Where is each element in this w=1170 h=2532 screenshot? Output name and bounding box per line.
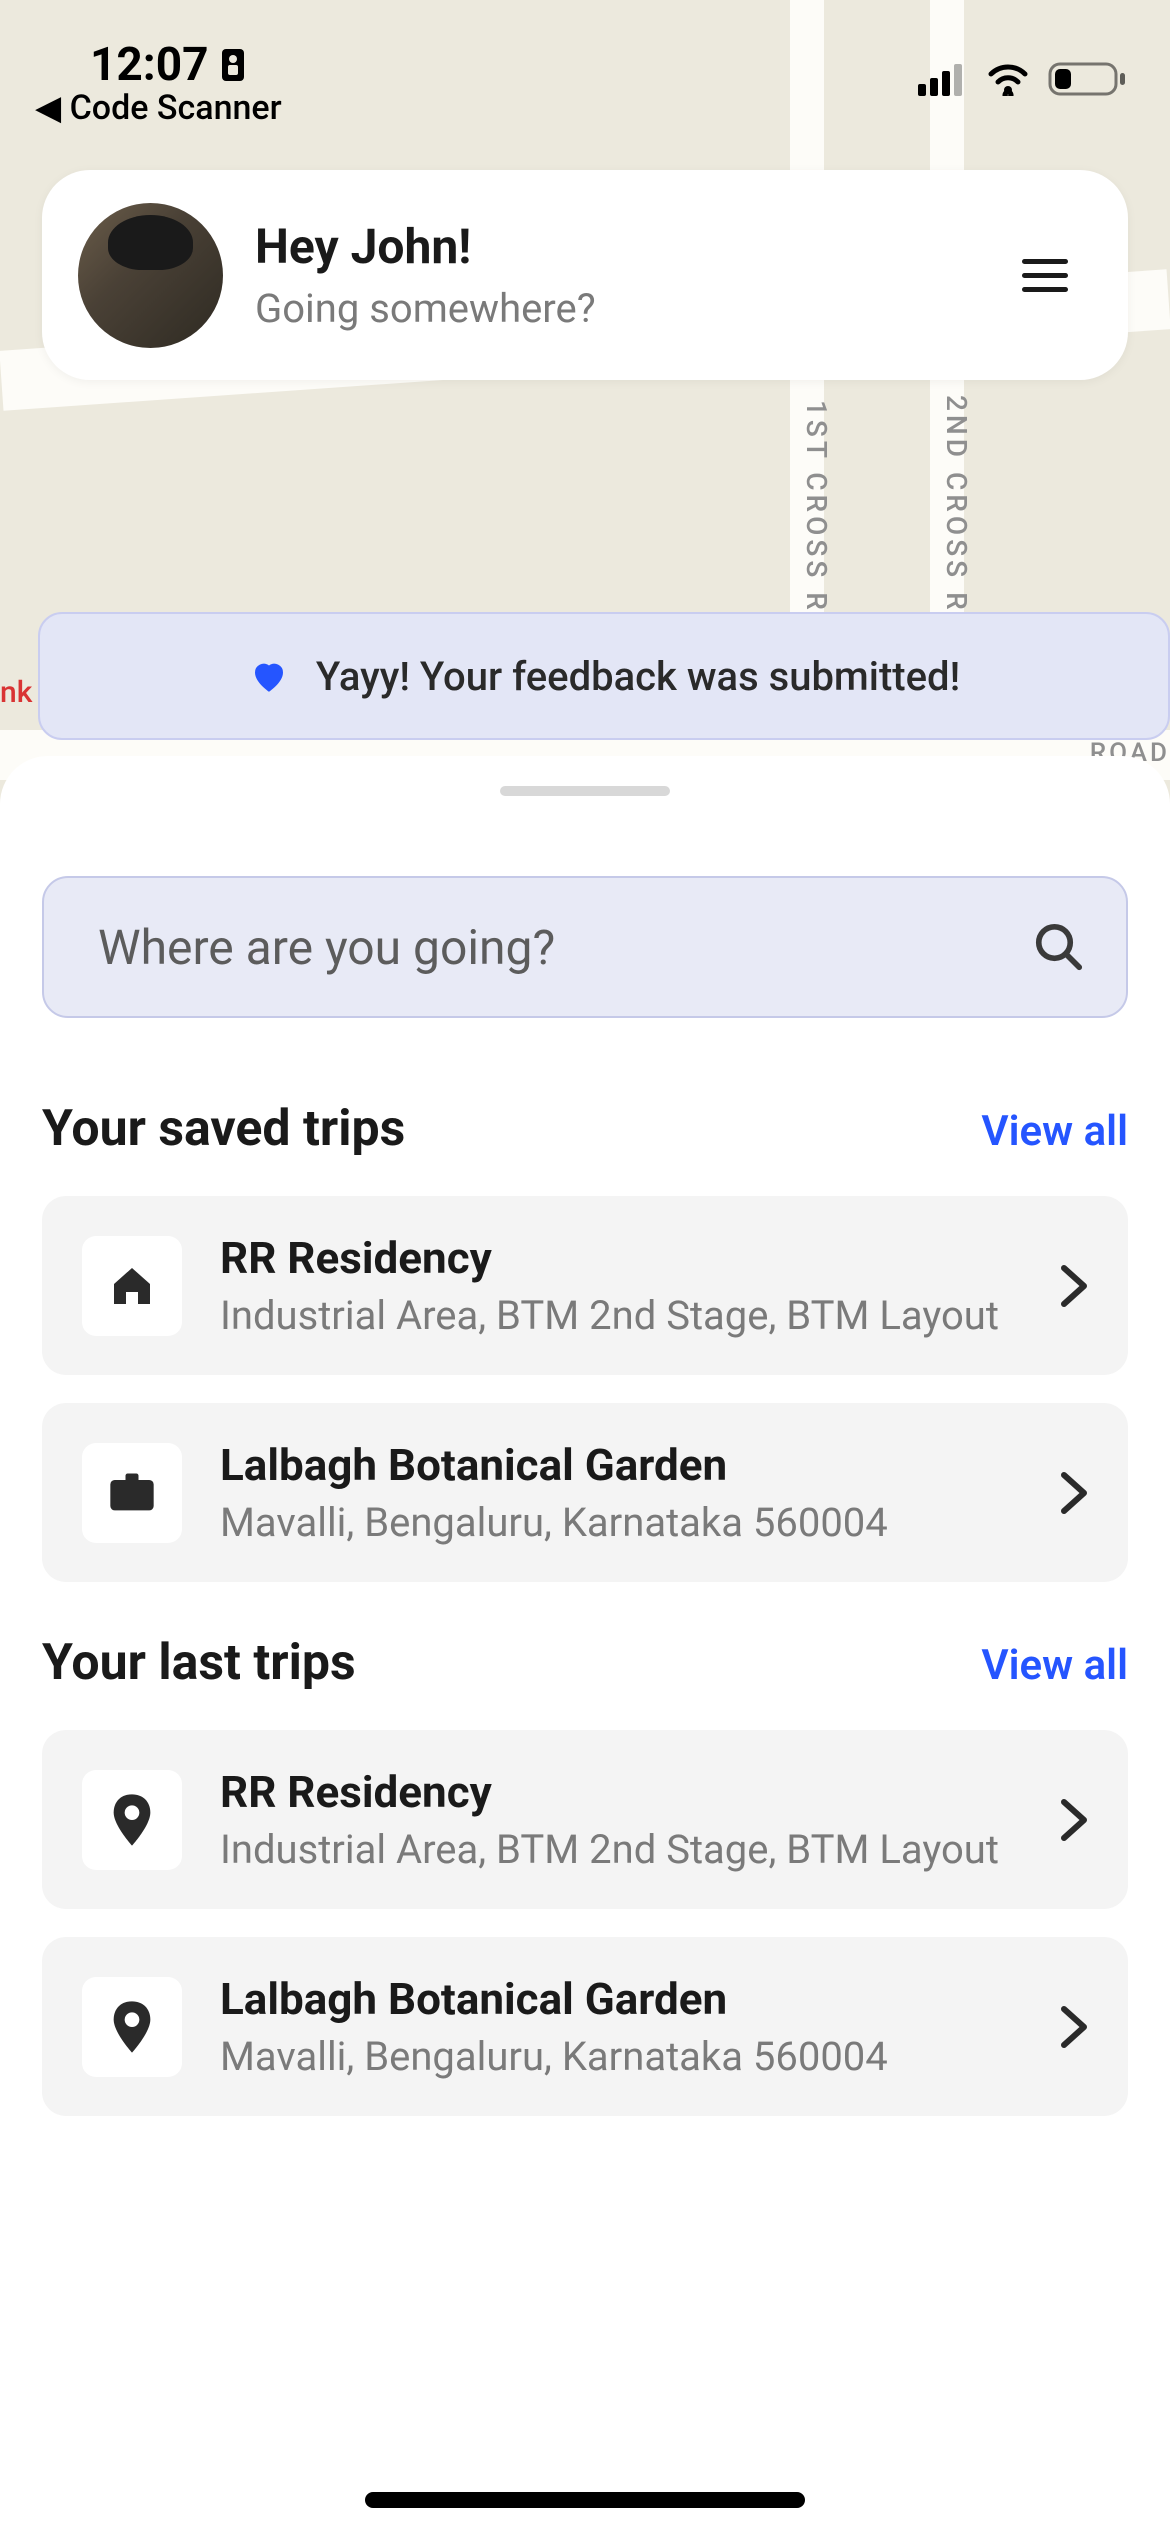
- hamburger-icon: [1022, 259, 1068, 264]
- status-bar: 12:07 ◀ Code Scanner: [0, 0, 1170, 140]
- trip-title: Lalbagh Botanical Garden: [220, 1973, 1022, 2025]
- status-time: 12:07: [90, 38, 282, 92]
- trip-subtitle: Mavalli, Bengaluru, Karnataka 560004: [220, 2033, 1022, 2080]
- search-icon: [1032, 920, 1086, 974]
- status-time-text: 12:07: [90, 38, 209, 92]
- home-icon: [82, 1236, 182, 1336]
- portrait-lock-icon: [219, 47, 247, 83]
- trip-title: Lalbagh Botanical Garden: [220, 1439, 1022, 1491]
- search-placeholder: Where are you going?: [98, 919, 1032, 976]
- last-trips-section: Your last trips View all RR Residency In…: [42, 1634, 1128, 2116]
- trip-card[interactable]: Lalbagh Botanical Garden Mavalli, Bengal…: [42, 1403, 1128, 1582]
- header-card: Hey John! Going somewhere?: [42, 170, 1128, 380]
- trip-title: RR Residency: [220, 1766, 1022, 1818]
- bottom-sheet[interactable]: Where are you going? Your saved trips Vi…: [0, 756, 1170, 2532]
- chevron-right-icon: [1060, 1264, 1088, 1308]
- pin-icon: [82, 1977, 182, 2077]
- feedback-text: Yayy! Your feedback was submitted!: [316, 653, 960, 700]
- wifi-icon: [986, 62, 1030, 96]
- view-all-link[interactable]: View all: [981, 1641, 1128, 1690]
- trip-card[interactable]: RR Residency Industrial Area, BTM 2nd St…: [42, 1730, 1128, 1909]
- pin-icon: [82, 1770, 182, 1870]
- trip-subtitle: Industrial Area, BTM 2nd Stage, BTM Layo…: [220, 1292, 1022, 1339]
- heart-icon: [248, 655, 290, 697]
- section-title: Your last trips: [42, 1634, 356, 1692]
- cellular-icon: [918, 62, 968, 96]
- avatar[interactable]: [78, 203, 223, 348]
- chevron-right-icon: [1060, 1798, 1088, 1842]
- briefcase-icon: [82, 1443, 182, 1543]
- back-to-app[interactable]: ◀ Code Scanner: [35, 88, 282, 128]
- greeting-subtitle: Going somewhere?: [255, 285, 1012, 332]
- menu-button[interactable]: [1012, 249, 1078, 302]
- search-input[interactable]: Where are you going?: [42, 876, 1128, 1018]
- greeting-text: Hey John!: [255, 218, 1012, 275]
- sheet-handle[interactable]: [500, 786, 670, 796]
- section-title: Your saved trips: [42, 1100, 405, 1158]
- map-road-label: 1ST CROSS RO: [800, 400, 833, 637]
- map-poi-label: nk: [0, 675, 32, 710]
- view-all-link[interactable]: View all: [981, 1107, 1128, 1156]
- trip-card[interactable]: Lalbagh Botanical Garden Mavalli, Bengal…: [42, 1937, 1128, 2116]
- trip-subtitle: Mavalli, Bengaluru, Karnataka 560004: [220, 1499, 1022, 1546]
- trip-card[interactable]: RR Residency Industrial Area, BTM 2nd St…: [42, 1196, 1128, 1375]
- home-indicator[interactable]: [365, 2492, 805, 2508]
- battery-icon: [1048, 60, 1128, 98]
- saved-trips-section: Your saved trips View all RR Residency I…: [42, 1100, 1128, 1582]
- feedback-banner: Yayy! Your feedback was submitted!: [38, 612, 1170, 740]
- trip-subtitle: Industrial Area, BTM 2nd Stage, BTM Layo…: [220, 1826, 1022, 1873]
- chevron-right-icon: [1060, 2005, 1088, 2049]
- trip-title: RR Residency: [220, 1232, 1022, 1284]
- chevron-right-icon: [1060, 1471, 1088, 1515]
